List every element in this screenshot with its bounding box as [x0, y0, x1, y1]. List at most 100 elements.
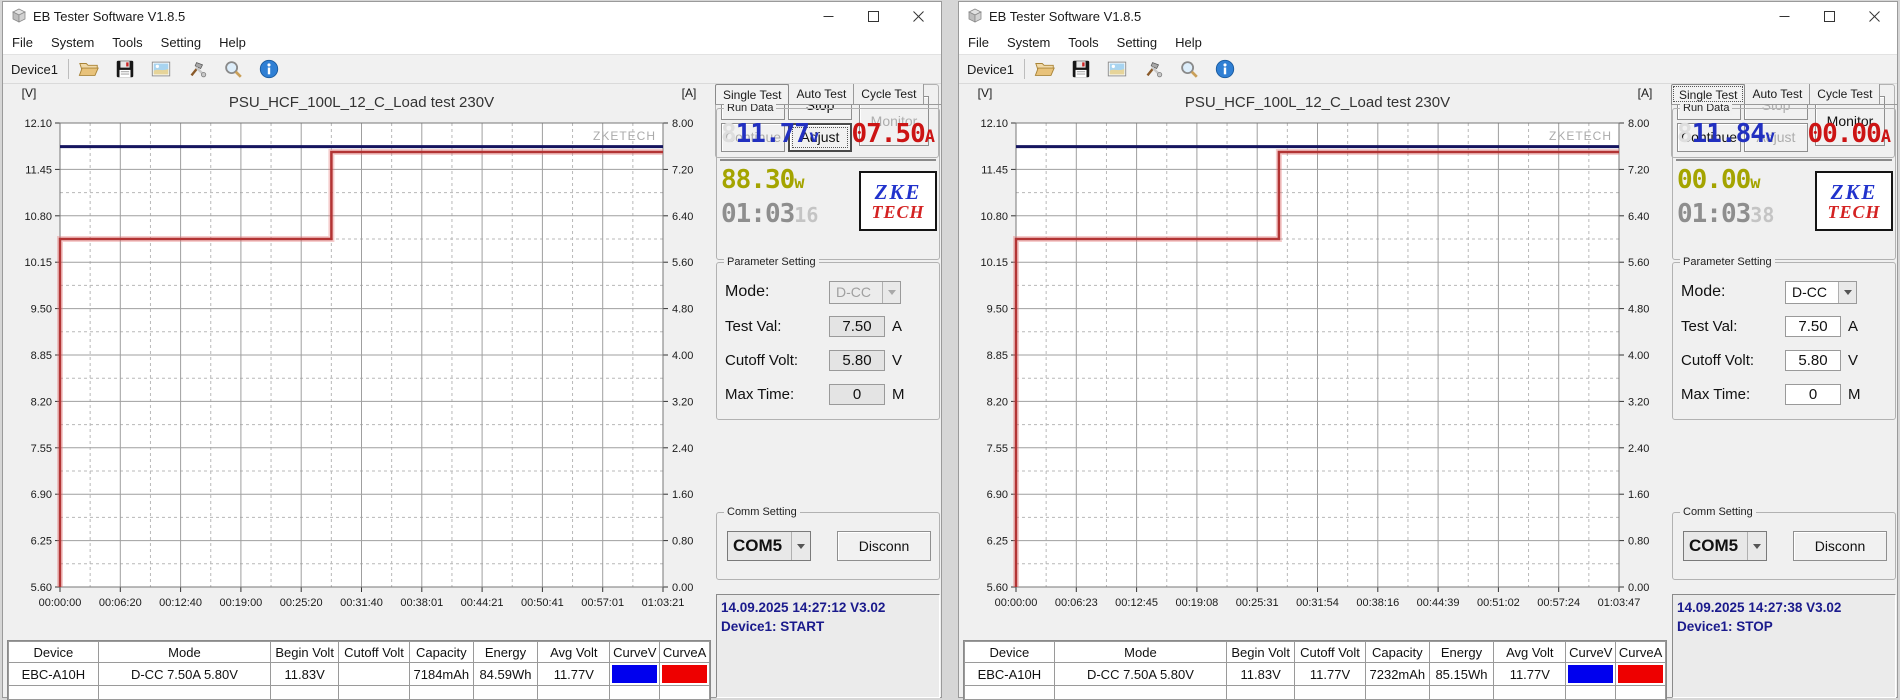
- tab-single-test[interactable]: Single Test: [715, 84, 790, 104]
- svg-text:10.15: 10.15: [24, 257, 52, 269]
- menu-file[interactable]: File: [3, 33, 42, 52]
- curve-a-swatch: [660, 663, 709, 685]
- logo-line1: ZKE: [1830, 179, 1878, 204]
- time-main: 01:03: [1677, 199, 1751, 229]
- menu-tools[interactable]: Tools: [1059, 33, 1107, 52]
- disconnect-button[interactable]: Disconn: [1793, 531, 1887, 561]
- open-folder-icon[interactable]: [77, 57, 101, 81]
- save-icon[interactable]: [1069, 57, 1093, 81]
- mode-select[interactable]: D-CC: [829, 280, 901, 304]
- desktop: EB Tester Software V1.8.5 File System To…: [0, 0, 1900, 700]
- chevron-down-icon[interactable]: [1838, 281, 1856, 303]
- chevron-down-icon[interactable]: [1747, 532, 1766, 560]
- window-controls: [1762, 2, 1897, 30]
- menu-help[interactable]: Help: [210, 33, 255, 52]
- logo-line1: ZKE: [874, 179, 922, 204]
- image-icon[interactable]: [149, 57, 173, 81]
- max-time-input[interactable]: 0: [829, 383, 885, 405]
- menu-file[interactable]: File: [959, 33, 998, 52]
- table-empty-row: [8, 685, 710, 700]
- test-val-label: Test Val:: [1681, 317, 1738, 335]
- maximize-icon[interactable]: [1807, 2, 1852, 30]
- table-header-begin-volt: Begin Volt: [270, 641, 340, 663]
- test-val-row: Test Val: 7.50 A: [725, 313, 933, 339]
- menu-help[interactable]: Help: [1166, 33, 1211, 52]
- close-icon[interactable]: [896, 2, 941, 30]
- toolbar: Device1: [959, 54, 1897, 84]
- info-icon[interactable]: [1213, 57, 1237, 81]
- max-time-unit: M: [1848, 385, 1861, 403]
- volt-display: 811.84v: [1677, 119, 1775, 149]
- table-header-energy: Energy: [1428, 641, 1495, 663]
- svg-text:00:57:01: 00:57:01: [581, 597, 624, 609]
- volt-display: 811.77v: [721, 119, 819, 149]
- minimize-icon[interactable]: [1762, 2, 1807, 30]
- tab-single-test[interactable]: Single Test: [1671, 84, 1746, 104]
- watt-display: 88.30w: [721, 165, 818, 195]
- cutoff-volt-input[interactable]: 5.80: [1785, 349, 1841, 371]
- svg-text:[V]: [V]: [22, 86, 37, 100]
- menubar: File System Tools Setting Help: [959, 30, 1897, 54]
- open-folder-icon[interactable]: [1033, 57, 1057, 81]
- maximize-icon[interactable]: [851, 2, 896, 30]
- menu-system[interactable]: System: [42, 33, 103, 52]
- parameter-setting-group: Parameter Setting Mode: D-CC Test Val: 7…: [716, 255, 940, 420]
- test-val-input[interactable]: 7.50: [829, 315, 885, 337]
- table-empty-row: [964, 685, 1666, 700]
- tab-auto-test[interactable]: Auto Test: [789, 84, 855, 104]
- table-cell: 11.77V: [1493, 662, 1567, 686]
- table-cell: [338, 662, 410, 686]
- tab-auto-test[interactable]: Auto Test: [1745, 84, 1811, 104]
- table-cell: 11.77V: [1294, 662, 1366, 686]
- table-header-avg-volt: Avg Volt: [537, 641, 611, 663]
- device-label: Device1: [11, 61, 58, 77]
- window-left: EB Tester Software V1.8.5 File System To…: [2, 1, 942, 700]
- toolbar-separator: [67, 59, 69, 79]
- svg-text:00:25:31: 00:25:31: [1236, 597, 1279, 609]
- svg-text:5.60: 5.60: [987, 582, 1008, 594]
- menu-setting[interactable]: Setting: [1108, 33, 1166, 52]
- menu-system[interactable]: System: [998, 33, 1059, 52]
- watt-display: 00.00w: [1677, 165, 1774, 195]
- table-row: EBC-A10H D-CC 7.50A 5.80V 11.83V 11.77V 7232…: [964, 662, 1666, 686]
- cutoff-volt-input[interactable]: 5.80: [829, 349, 885, 371]
- table-cell: D-CC 7.50A 5.80V: [1053, 662, 1228, 686]
- mode-row: Mode: D-CC: [725, 279, 933, 305]
- close-icon[interactable]: [1852, 2, 1897, 30]
- svg-text:00:06:23: 00:06:23: [1055, 597, 1098, 609]
- svg-text:00:12:45: 00:12:45: [1115, 597, 1158, 609]
- tools-icon[interactable]: [1141, 57, 1165, 81]
- table-cell: 85.15Wh: [1428, 662, 1495, 686]
- svg-text:01:03:21: 01:03:21: [642, 597, 685, 609]
- disconnect-button[interactable]: Disconn: [837, 531, 931, 561]
- tools-icon[interactable]: [185, 57, 209, 81]
- max-time-input[interactable]: 0: [1785, 383, 1841, 405]
- svg-text:6.40: 6.40: [672, 211, 693, 223]
- save-icon[interactable]: [113, 57, 137, 81]
- com-port-select[interactable]: COM5: [1683, 531, 1767, 561]
- mode-select[interactable]: D-CC: [1785, 280, 1857, 304]
- volt-ghost-digit: 8: [721, 119, 737, 149]
- svg-text:00:57:24: 00:57:24: [1537, 597, 1580, 609]
- svg-text:4.80: 4.80: [672, 304, 693, 316]
- volt-value: 11.84: [1691, 119, 1766, 149]
- search-icon[interactable]: [1177, 57, 1201, 81]
- chevron-down-icon[interactable]: [882, 281, 900, 303]
- amp-display: 00.00A: [1807, 119, 1891, 149]
- info-icon[interactable]: [257, 57, 281, 81]
- search-icon[interactable]: [221, 57, 245, 81]
- minimize-icon[interactable]: [806, 2, 851, 30]
- tab-cycle-test[interactable]: Cycle Test: [854, 84, 925, 104]
- run-data-group: Run Data 811.77v 07.50A 88.30w 01:0316 Z…: [716, 101, 940, 260]
- chevron-down-icon[interactable]: [791, 532, 810, 560]
- tab-cycle-test[interactable]: Cycle Test: [1810, 84, 1881, 104]
- menu-setting[interactable]: Setting: [152, 33, 210, 52]
- svg-text:1.60: 1.60: [672, 489, 693, 501]
- right-panel: Single Test Auto Test Cycle Test Run Dat…: [715, 84, 941, 698]
- com-port-select[interactable]: COM5: [727, 531, 811, 561]
- image-icon[interactable]: [1105, 57, 1129, 81]
- test-val-input[interactable]: 7.50: [1785, 315, 1841, 337]
- svg-text:11.45: 11.45: [25, 164, 52, 176]
- chart-title: PSU_HCF_100L_12_C_Load test 230V: [1185, 94, 1450, 111]
- menu-tools[interactable]: Tools: [103, 33, 151, 52]
